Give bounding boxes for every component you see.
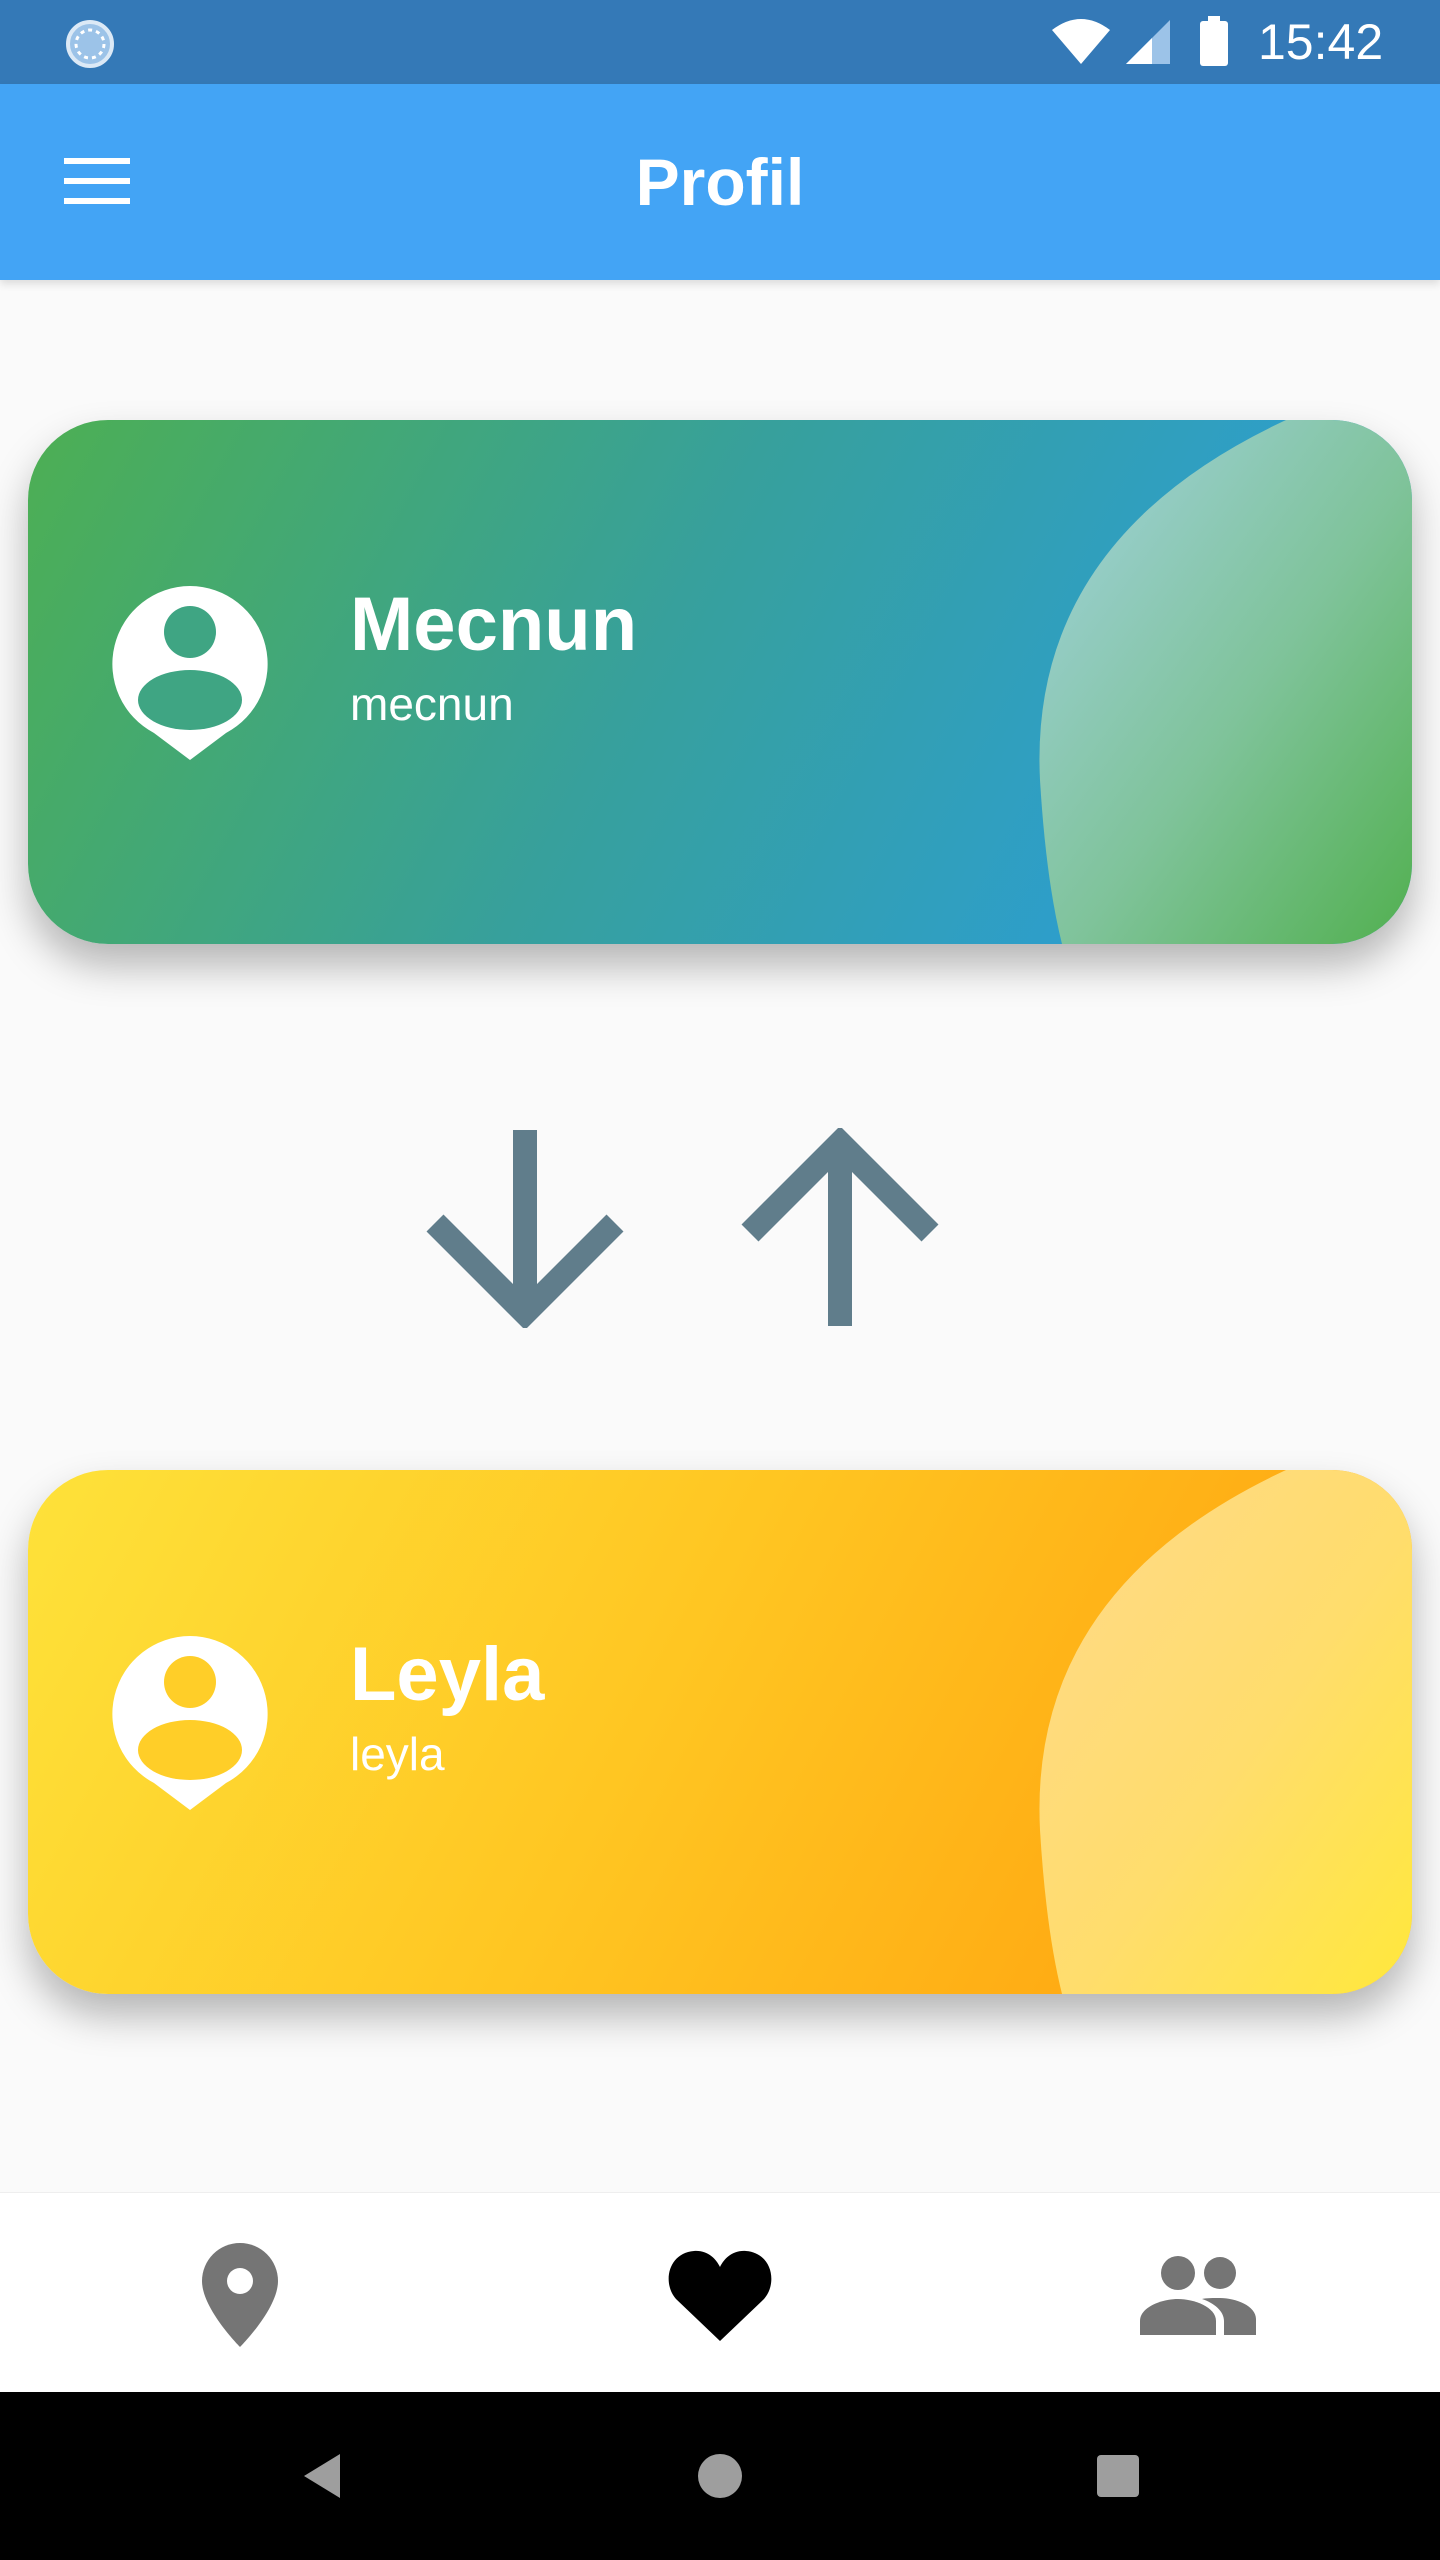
back-icon[interactable] <box>282 2436 362 2516</box>
recents-icon[interactable] <box>1078 2436 1158 2516</box>
nav-item-favorites[interactable] <box>480 2193 960 2393</box>
profile-pin-icon <box>112 1636 268 1810</box>
wifi-icon <box>1052 19 1110 64</box>
bottom-navigation <box>0 2192 1440 2393</box>
app-bar: Profil <box>0 84 1440 280</box>
cell-signal-icon <box>1126 20 1170 64</box>
status-time: 15:42 <box>1258 14 1384 70</box>
battery-icon <box>1200 16 1228 66</box>
arrow-up-icon <box>741 1128 939 1326</box>
nav-item-location[interactable] <box>0 2193 480 2393</box>
nav-item-friends[interactable] <box>960 2193 1440 2393</box>
page-title: Profil <box>635 145 805 219</box>
profile-card-mecnun[interactable]: Mecnun mecnun <box>28 420 1412 944</box>
home-icon[interactable] <box>680 2436 760 2516</box>
profile-pin-icon <box>112 586 268 760</box>
card-username: leyla <box>350 1728 445 1780</box>
location-pin-icon <box>202 2243 278 2347</box>
profile-card-leyla[interactable]: Leyla leyla <box>28 1470 1412 1994</box>
heart-icon <box>668 2250 772 2341</box>
card-name: Mecnun <box>350 582 638 667</box>
arrow-down-icon <box>426 1130 624 1328</box>
status-bar: 15:42 <box>0 0 1440 84</box>
card-username: mecnun <box>350 678 514 730</box>
system-navigation-bar <box>0 2392 1440 2560</box>
people-icon <box>1140 2256 1256 2335</box>
card-name: Leyla <box>350 1632 545 1717</box>
sync-icon <box>66 20 114 68</box>
